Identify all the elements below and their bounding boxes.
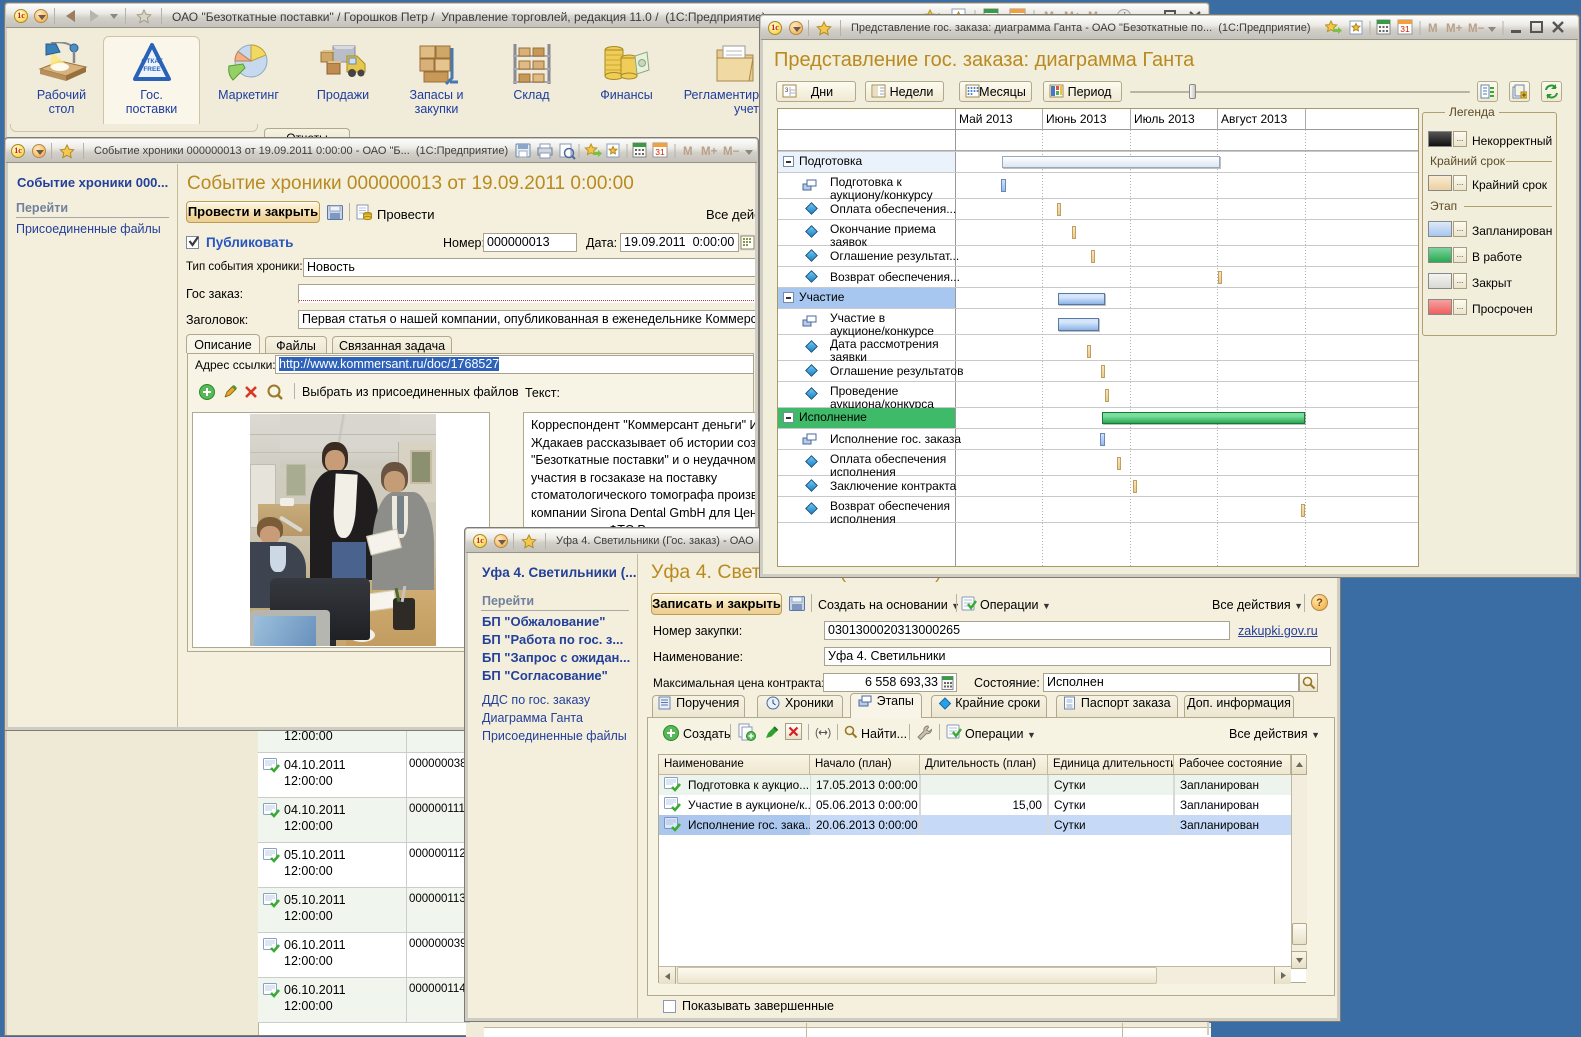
- svg-text:ОТКАТ: ОТКАТ: [141, 58, 162, 65]
- svg-text:M−: M−: [723, 146, 740, 158]
- svg-text:31: 31: [655, 147, 665, 157]
- svg-text:M+: M+: [1446, 23, 1463, 35]
- svg-text:(: (: [815, 727, 819, 739]
- svg-text:): ): [828, 727, 832, 739]
- svg-text:31: 31: [1400, 24, 1410, 34]
- svg-text:M+: M+: [701, 146, 718, 158]
- svg-text:FREE: FREE: [143, 66, 161, 73]
- svg-text:M: M: [1428, 23, 1438, 35]
- svg-text:M: M: [683, 146, 693, 158]
- svg-text:M−: M−: [1468, 23, 1485, 35]
